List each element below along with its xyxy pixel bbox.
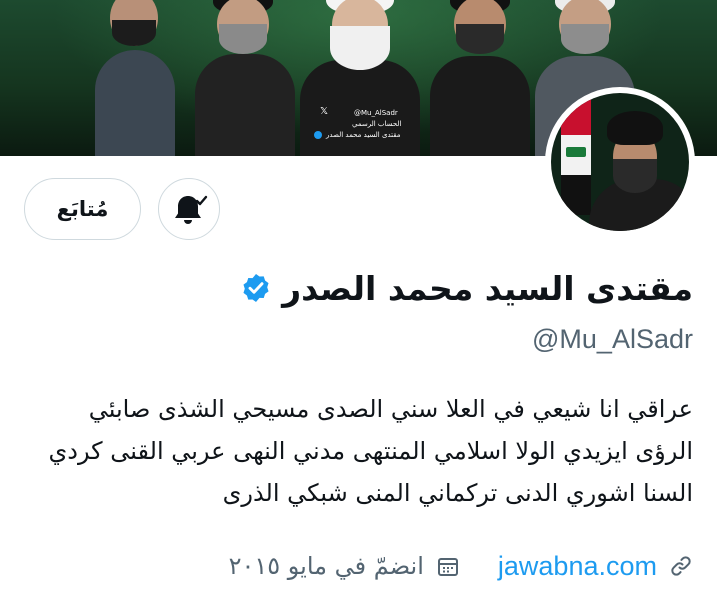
- iraq-flag-icon: [561, 95, 591, 215]
- profile-website-link[interactable]: jawabna.com: [498, 551, 657, 582]
- banner-person: [90, 0, 180, 156]
- notifications-button[interactable]: [158, 178, 220, 240]
- x-logo-icon: 𝕏: [320, 106, 329, 117]
- joined-date: انضمّ في مايو ٢٠١٥: [228, 552, 424, 580]
- bio-line: عراقي انا شيعي في العلا سني الصدى مسيحي …: [88, 395, 693, 423]
- watermark-verified-icon: [314, 131, 322, 139]
- banner-person: [195, 0, 295, 156]
- profile-handle: @Mu_AlSadr: [532, 324, 693, 354]
- bio-line: الرؤى ايزيدي الولا اسلامي المنتهى مدني ا…: [48, 437, 693, 465]
- bell-check-icon: [175, 195, 208, 224]
- profile-bio: عراقي انا شيعي في العلا سني الصدى مسيحي …: [13, 388, 693, 514]
- profile-avatar[interactable]: [545, 87, 695, 237]
- verified-badge-icon[interactable]: [240, 272, 272, 304]
- following-button-label: مُتابَع: [56, 197, 109, 221]
- profile-name-row: مقتدى السيد محمد الصدر: [240, 266, 693, 310]
- watermark-handle: @Mu_AlSadr: [354, 109, 398, 117]
- banner-person: [430, 0, 530, 156]
- following-button[interactable]: مُتابَع: [24, 178, 141, 240]
- watermark-name: مقتدى السيد محمد الصدر: [326, 131, 401, 139]
- link-icon: [671, 556, 691, 576]
- bio-line: السنا اشوري الدنى تركماني المنى شبكي الذ…: [222, 479, 693, 507]
- avatar-photo: [551, 93, 689, 231]
- watermark-subtitle: الحساب الرسمي: [352, 120, 402, 128]
- calendar-icon: [437, 558, 458, 576]
- profile-meta: jawabna.com انضمّ في مايو ٢٠١٥: [229, 546, 693, 586]
- display-name: مقتدى السيد محمد الصدر: [282, 268, 693, 308]
